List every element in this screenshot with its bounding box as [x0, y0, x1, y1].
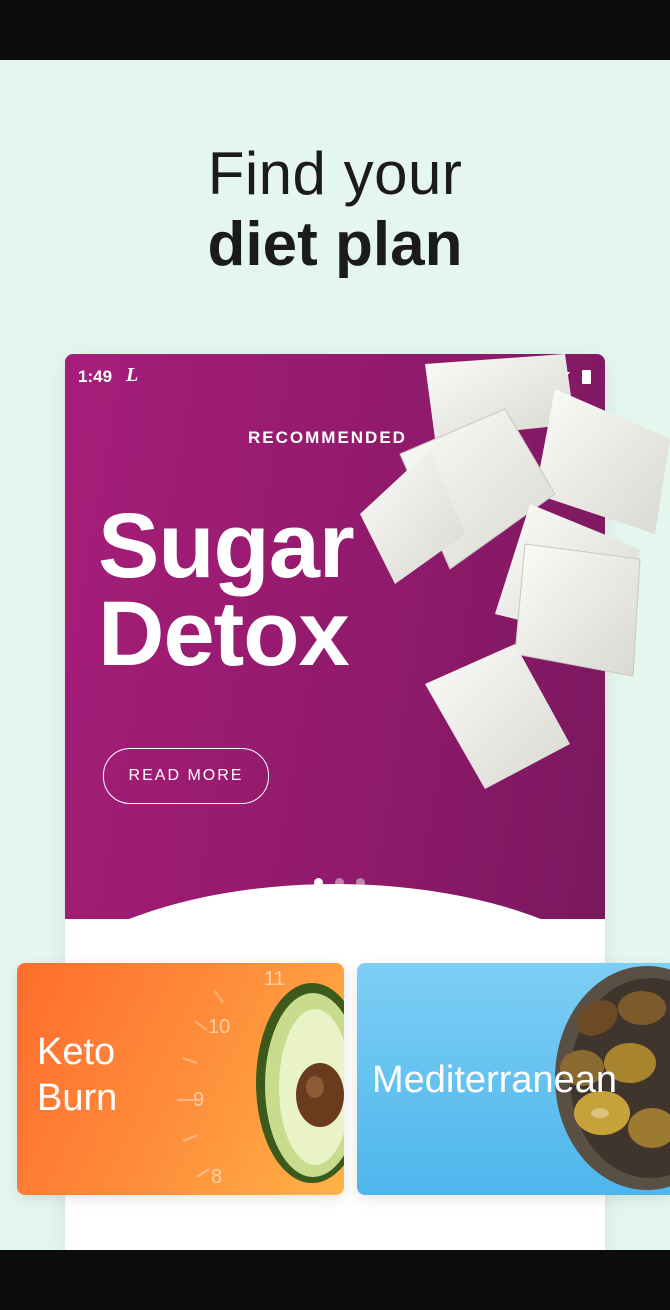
keto-title-line-1: Keto — [37, 1031, 116, 1073]
clock-label-10: 10 — [208, 1016, 231, 1038]
hero-title-line-1: Sugar — [98, 495, 355, 597]
page-headline: Find your diet plan — [0, 138, 670, 280]
sugar-cubes-image — [360, 354, 670, 789]
headline-line-2: diet plan — [207, 210, 463, 279]
keto-burn-card[interactable]: Keto Burn 11 10 9 8 — [17, 963, 344, 1195]
read-more-button[interactable]: READ MORE — [103, 748, 269, 804]
clock-label-11: 11 — [264, 968, 285, 990]
hero-title: Sugar Detox — [98, 495, 355, 685]
keto-card-title: Keto Burn — [37, 1029, 117, 1121]
mediterranean-card-title: Mediterranean — [372, 1059, 618, 1101]
keto-title-line-2: Burn — [37, 1077, 118, 1119]
carrier-icon: L — [126, 364, 139, 386]
hero-title-line-2: Detox — [98, 583, 350, 685]
headline-line-1: Find your — [207, 140, 463, 207]
system-top-bar — [0, 0, 670, 60]
clock-label-8: 8 — [211, 1166, 223, 1188]
clock-dial-icon — [177, 983, 344, 1183]
system-bottom-bar — [0, 1250, 670, 1310]
clock-label-9: 9 — [193, 1089, 205, 1111]
status-time: 1:49 — [78, 367, 113, 386]
mediterranean-card[interactable]: Mediterranean — [357, 963, 670, 1195]
